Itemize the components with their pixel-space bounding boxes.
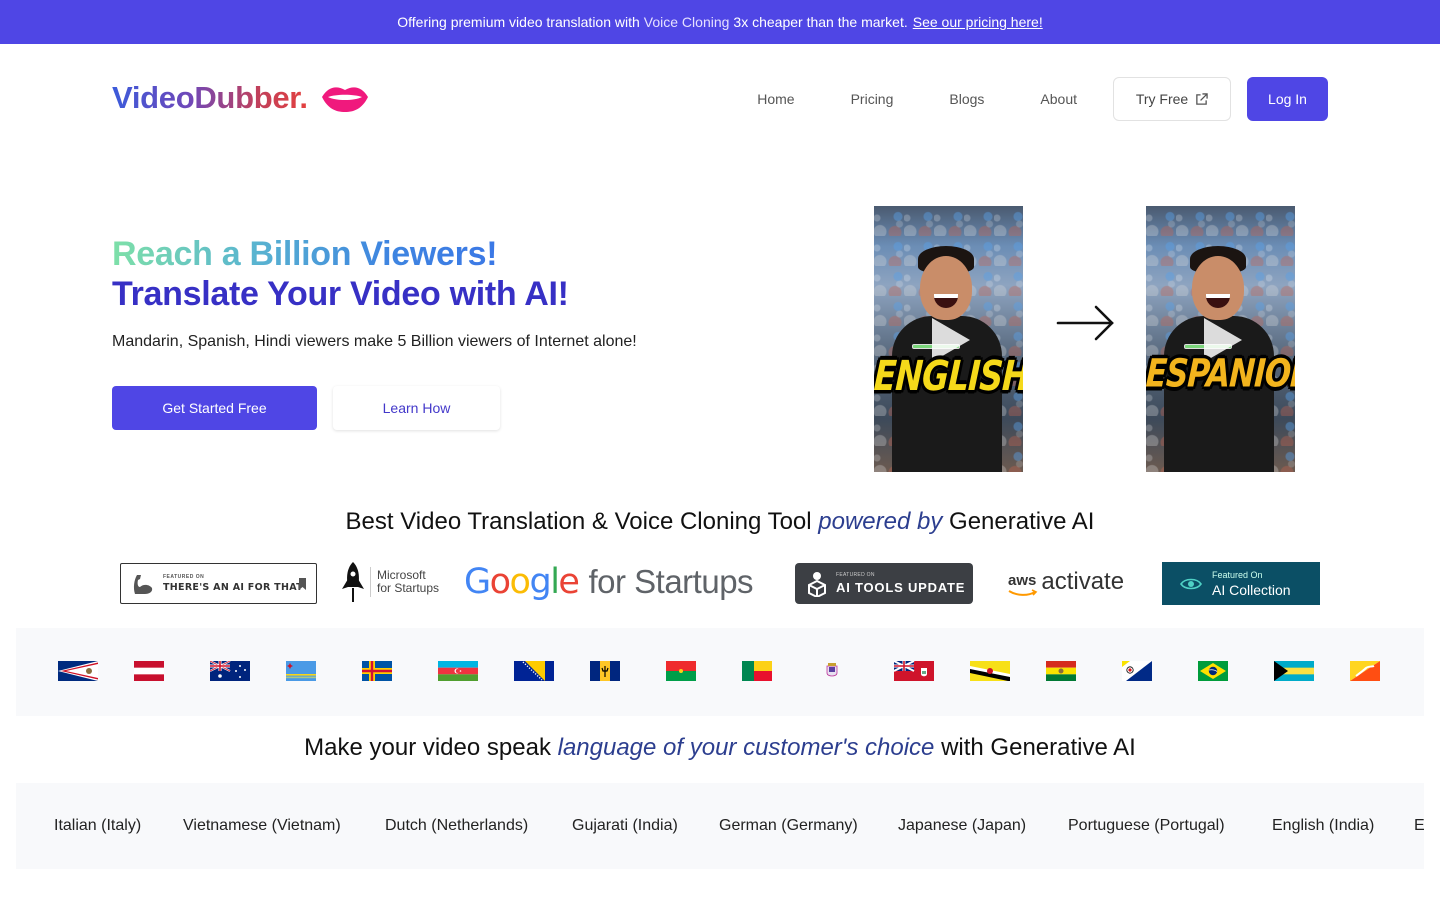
badge-small-text: FEATURED ON xyxy=(836,572,875,578)
heading-text-end: with Generative AI xyxy=(941,734,1136,761)
promo-banner: Offering premium video translation with … xyxy=(0,0,1440,44)
flag-aruba xyxy=(286,661,316,681)
badge-microsoft-startups[interactable]: Microsoft for Startups xyxy=(340,560,450,604)
hero-subtitle: Mandarin, Spanish, Hindi viewers make 5 … xyxy=(112,333,637,350)
language-heading: Make your video speak language of your c… xyxy=(0,734,1440,762)
video-after[interactable]: ESPANIOL xyxy=(1146,206,1295,472)
badge-suffix: for Startups xyxy=(588,563,754,600)
flag-bermuda xyxy=(894,661,934,681)
flag-bhutan xyxy=(1350,661,1380,681)
flag-brunei xyxy=(970,661,1010,681)
hero-title: Reach a Billion Viewers! Translate Your … xyxy=(112,234,569,314)
nav-home[interactable]: Home xyxy=(757,91,794,107)
lips-icon xyxy=(321,87,368,112)
language-item[interactable]: Portuguese (Portugal) xyxy=(1068,817,1225,835)
language-carousel: Italian (Italy) Vietnamese (Vietnam) Dut… xyxy=(16,783,1424,869)
nav-pricing[interactable]: Pricing xyxy=(851,91,894,107)
powered-by-heading: Best Video Translation & Voice Cloning T… xyxy=(0,508,1440,536)
flag-carousel xyxy=(16,628,1424,716)
partner-badges: FEATURED ON THERE'S AN AI FOR THAT Micro… xyxy=(0,560,1440,606)
google-logo: Google xyxy=(464,562,580,602)
nav-about[interactable]: About xyxy=(1040,91,1077,107)
flag-american-samoa xyxy=(58,661,98,681)
site-header: VideoDubber. Home Pricing Blogs About Tr… xyxy=(0,44,1440,154)
badge-big-text: AI TOOLS UPDATE xyxy=(836,580,966,595)
person-box-icon xyxy=(808,571,826,597)
video-before[interactable]: ENGLISH xyxy=(874,206,1023,472)
flag-burkina-faso xyxy=(666,661,696,681)
heading-text: Best Video Translation & Voice Cloning T… xyxy=(345,508,812,535)
try-free-label: Try Free xyxy=(1135,91,1189,107)
badge-small-text: Featured On xyxy=(1212,569,1263,580)
flexed-arm-icon xyxy=(133,574,153,594)
get-started-button[interactable]: Get Started Free xyxy=(112,386,317,430)
heading-text-end: Generative AI xyxy=(949,508,1095,535)
language-item[interactable]: Gujarati (India) xyxy=(572,817,678,835)
login-button[interactable]: Log In xyxy=(1247,77,1328,121)
badge-google-startups[interactable]: Google for Startups xyxy=(464,560,764,604)
heading-emphasis: language of your customer's choice xyxy=(557,734,935,761)
flag-bosnia xyxy=(514,661,554,681)
badge-ai-tools-update[interactable]: FEATURED ON AI TOOLS UPDATE xyxy=(795,563,973,604)
nav-blogs[interactable]: Blogs xyxy=(949,91,984,107)
arrow-right-icon xyxy=(1056,305,1114,341)
flag-saint-barthelemy xyxy=(822,661,842,681)
badge-big-text: THERE'S AN AI FOR THAT xyxy=(163,581,303,593)
flag-azerbaijan xyxy=(438,661,478,681)
badge-small-text: FEATURED ON xyxy=(163,573,205,580)
flag-aland-islands xyxy=(362,661,392,681)
language-item[interactable]: German (Germany) xyxy=(719,817,858,835)
language-item[interactable]: Dutch (Netherlands) xyxy=(385,817,528,835)
video-caption: ENGLISH xyxy=(874,351,1023,400)
badge-suffix: activate xyxy=(1041,568,1125,595)
promo-highlight: Voice Cloning xyxy=(643,14,730,30)
language-item[interactable]: E xyxy=(1414,817,1424,835)
heading-text: Make your video speak xyxy=(304,734,551,761)
hero-title-line1: Reach a Billion Viewers! xyxy=(112,235,498,273)
flag-austria xyxy=(134,661,164,681)
logo[interactable]: VideoDubber. xyxy=(112,80,370,116)
heading-emphasis: powered by xyxy=(818,508,943,535)
video-caption: ESPANIOL xyxy=(1146,351,1295,397)
logo-text: VideoDubber. xyxy=(112,80,308,115)
badge-aws-activate[interactable]: aws activate xyxy=(1008,560,1133,604)
flag-bolivia xyxy=(1046,661,1076,681)
language-item[interactable]: English (India) xyxy=(1272,817,1374,835)
external-link-icon xyxy=(1196,92,1208,105)
flag-benin xyxy=(742,661,772,681)
language-item[interactable]: Vietnamese (Vietnam) xyxy=(183,817,341,835)
main-nav: Home Pricing Blogs About Try Free Log In xyxy=(757,77,1328,121)
aws-logo: aws xyxy=(1008,571,1037,589)
badge-ai-collection[interactable]: Featured On AI Collection xyxy=(1162,562,1320,605)
flag-barbados xyxy=(590,661,620,681)
language-item[interactable]: Japanese (Japan) xyxy=(898,817,1026,835)
flag-brazil xyxy=(1198,661,1228,681)
pricing-link[interactable]: See our pricing here! xyxy=(913,14,1043,30)
learn-how-button[interactable]: Learn How xyxy=(333,386,500,430)
hero-title-line2: Translate Your Video with AI! xyxy=(112,275,569,313)
flag-australia xyxy=(210,661,250,681)
badge-line2: for Startups xyxy=(377,581,440,595)
aws-smile-icon xyxy=(1008,589,1038,596)
promo-text-after: 3x cheaper than the market. xyxy=(733,14,908,30)
language-item[interactable]: Italian (Italy) xyxy=(54,817,141,835)
rocket-icon xyxy=(342,562,364,602)
try-free-button[interactable]: Try Free xyxy=(1113,77,1231,121)
flag-bahamas xyxy=(1274,661,1314,681)
promo-text: Offering premium video translation with xyxy=(397,14,640,30)
badge-big-text: AI Collection xyxy=(1212,581,1291,598)
eye-icon xyxy=(1180,578,1202,589)
flag-bonaire xyxy=(1122,661,1152,681)
badge-theres-an-ai-for-that[interactable]: FEATURED ON THERE'S AN AI FOR THAT xyxy=(120,563,317,604)
